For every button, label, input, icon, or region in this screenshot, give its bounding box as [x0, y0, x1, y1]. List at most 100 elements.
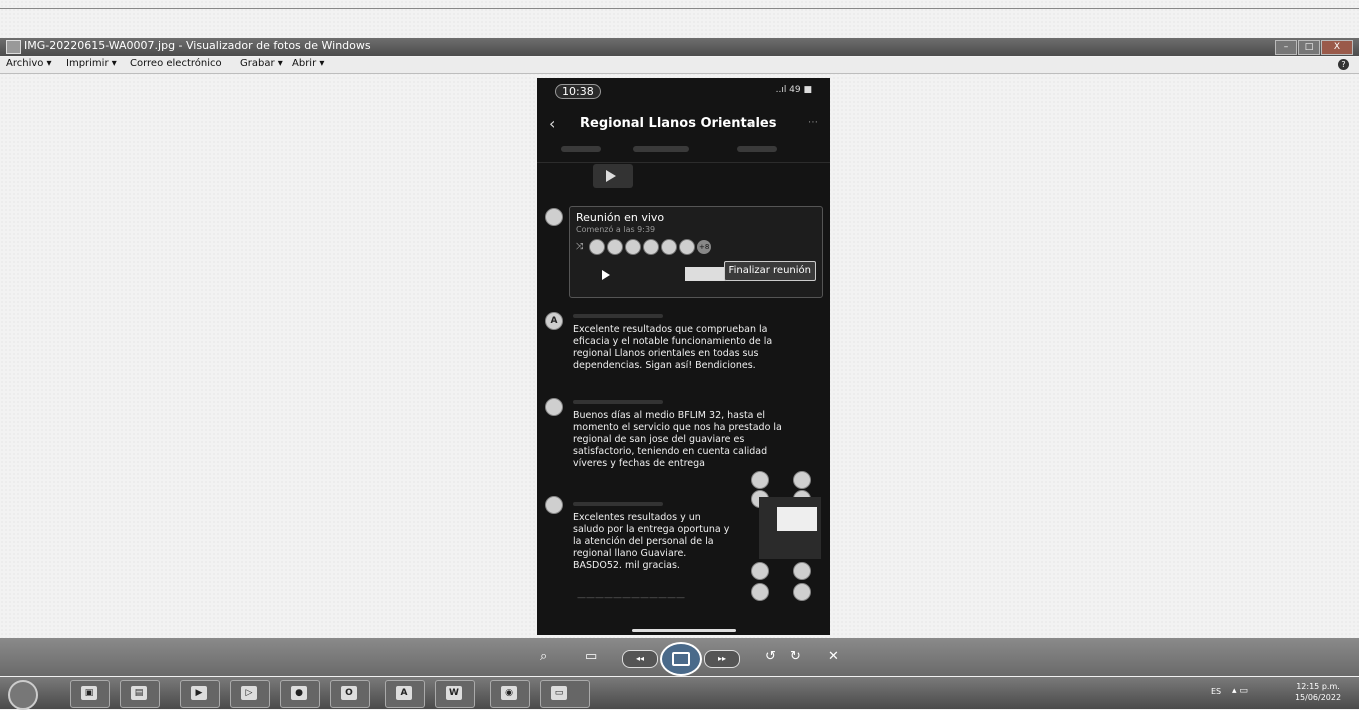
message-text: Excelente resultados que comprueban la e… — [573, 324, 773, 371]
back-arrow-icon: ‹ — [549, 114, 556, 133]
maximize-button[interactable]: □ — [1298, 40, 1320, 55]
meeting-subtitle: Comenzó a las 9:39 — [576, 225, 656, 234]
extra-participants-badge: +8 — [697, 240, 712, 254]
phone-status-time: 10:38 — [555, 84, 601, 99]
avatar — [545, 496, 563, 514]
home-indicator — [632, 629, 736, 632]
taskbar-app[interactable]: A — [385, 680, 425, 708]
chevron-down-icon: ⌄ — [747, 116, 757, 129]
menu-bar: Archivo ▾ Imprimir ▾ Correo electrónico … — [0, 57, 1359, 74]
end-meeting-button: Finalizar reunión — [723, 261, 816, 281]
photo-viewer-active-icon: ▭ — [551, 686, 567, 700]
acrobat-icon: A — [396, 686, 412, 700]
live-meeting-card: Reunión en vivo Comenzó a las 9:39 ⤨ +8 … — [569, 206, 823, 298]
minimize-button[interactable]: – — [1275, 40, 1297, 55]
participant-list: ⤨ +8 — [576, 239, 712, 255]
delete-icon[interactable]: ✕ — [828, 649, 839, 664]
photo-image: 10:38 ..ıl 49 ■ ‹ Regional Llanos Orient… — [537, 78, 830, 635]
taskbar-app[interactable]: ▤ — [120, 680, 160, 708]
avatar — [545, 398, 563, 416]
participant-avatar — [751, 583, 769, 601]
taskbar: ▣ ▤ ▶ ▷ ● O A W ◉ ▭ ES ▴ ▭ 12:15 p.m. 15… — [0, 677, 1359, 710]
participant-avatar — [793, 583, 811, 601]
minimize-icon: – — [1283, 42, 1289, 52]
taskbar-app[interactable]: O — [330, 680, 370, 708]
video-thumbnail — [593, 164, 633, 188]
photo-viewer-app-icon — [6, 40, 21, 54]
participant-avatar — [607, 239, 624, 255]
taskbar-app[interactable]: W — [435, 680, 475, 708]
video-icon: ▷ — [241, 686, 257, 700]
tab-placeholder — [737, 146, 777, 152]
clock[interactable]: 12:15 p.m. 15/06/2022 — [1282, 681, 1354, 703]
language-indicator[interactable]: ES — [1211, 687, 1221, 696]
camera-preview — [685, 267, 725, 281]
page-top-rule — [0, 8, 1359, 9]
folder-icon: ▤ — [131, 686, 147, 700]
participant-avatar — [751, 562, 769, 580]
message-meta — [573, 502, 663, 506]
taskbar-app[interactable]: ▣ — [70, 680, 110, 708]
play-icon — [606, 170, 616, 182]
video-tile — [759, 497, 821, 559]
channel-tabs — [537, 140, 830, 163]
participant-avatar — [661, 239, 678, 255]
message-meta — [573, 400, 663, 404]
menu-grabar[interactable]: Grabar ▾ — [240, 58, 283, 69]
participants-icon: ⤨ — [576, 242, 584, 252]
participant-avatar — [625, 239, 642, 255]
word-icon: W — [446, 686, 462, 700]
tray-icons[interactable]: ▴ ▭ — [1232, 686, 1248, 696]
compose-placeholder: ———————————— — [577, 593, 685, 603]
taskbar-app[interactable]: ▭ — [540, 680, 590, 708]
participant-avatar — [589, 239, 606, 255]
taskbar-app[interactable]: ▷ — [230, 680, 270, 708]
window-buttons: – □ X — [1274, 40, 1353, 55]
participant-avatar — [643, 239, 660, 255]
avatar: A — [545, 312, 563, 330]
taskbar-app[interactable]: ◉ — [490, 680, 530, 708]
rotate-right-icon[interactable]: ↻ — [790, 649, 801, 664]
taskbar-app[interactable]: ● — [280, 680, 320, 708]
close-icon: X — [1333, 42, 1341, 52]
viewer-control-bar: ⌕ ▭ ◂◂ ▸▸ ↺ ↻ ✕ — [0, 638, 1359, 676]
play-icon — [602, 270, 610, 280]
clock-date: 15/06/2022 — [1294, 693, 1342, 702]
shared-screen — [777, 507, 817, 531]
participant-avatar — [679, 239, 696, 255]
actual-size-icon[interactable]: ▭ — [585, 649, 597, 664]
media-player-icon: ▶ — [191, 686, 207, 700]
menu-imprimir[interactable]: Imprimir ▾ — [66, 58, 117, 69]
help-icon[interactable]: ? — [1338, 59, 1349, 70]
maximize-icon: □ — [1304, 42, 1314, 52]
rotate-left-icon[interactable]: ↺ — [765, 649, 776, 664]
message-text: Buenos días al medio BFLIM 32, hasta el … — [573, 410, 782, 469]
next-button[interactable]: ▸▸ — [704, 650, 740, 668]
slideshow-button[interactable] — [660, 642, 702, 676]
header-action-icon: ⋯ — [808, 117, 818, 128]
zoom-icon[interactable]: ⌕ — [540, 649, 547, 664]
phone-status-icons: ..ıl 49 ■ — [775, 85, 812, 95]
meeting-title: Reunión en vivo — [576, 211, 665, 224]
participant-avatar — [751, 471, 769, 489]
firefox-icon: ● — [291, 686, 307, 700]
previous-button[interactable]: ◂◂ — [622, 650, 658, 668]
chrome-icon: ◉ — [501, 686, 517, 700]
menu-correo[interactable]: Correo electrónico — [130, 58, 222, 69]
photo-viewer-icon: ▣ — [81, 686, 97, 700]
slideshow-icon — [672, 652, 690, 666]
clock-time: 12:15 p.m. — [1296, 682, 1340, 691]
tab-placeholder — [561, 146, 601, 152]
taskbar-app[interactable]: ▶ — [180, 680, 220, 708]
meeting-avatar — [545, 208, 563, 226]
menu-archivo[interactable]: Archivo ▾ — [6, 58, 52, 69]
window-titlebar[interactable]: IMG-20220615-WA0007.jpg - Visualizador d… — [0, 38, 1359, 56]
menu-abrir[interactable]: Abrir ▾ — [292, 58, 324, 69]
participant-avatar — [793, 471, 811, 489]
tab-placeholder — [633, 146, 689, 152]
close-button[interactable]: X — [1321, 40, 1353, 55]
start-button[interactable] — [8, 680, 38, 710]
window-title: IMG-20220615-WA0007.jpg - Visualizador d… — [24, 39, 371, 52]
participant-avatar — [793, 562, 811, 580]
outlook-icon: O — [341, 686, 357, 700]
